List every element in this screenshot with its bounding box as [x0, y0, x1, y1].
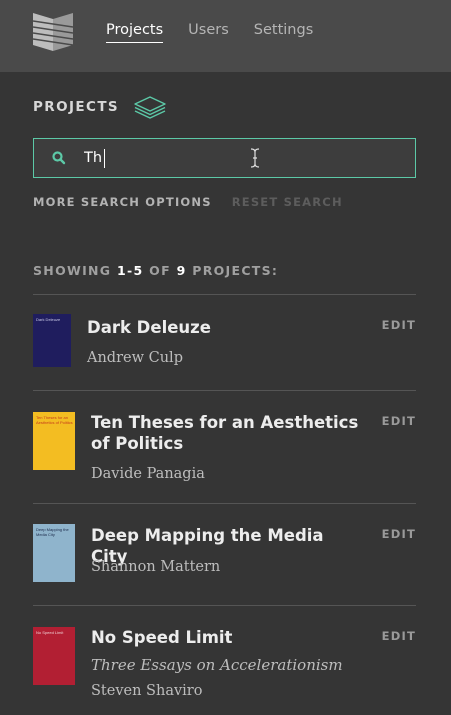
book-cover[interactable]: Deep Mapping the Media City: [33, 524, 75, 582]
nav-projects[interactable]: Projects: [106, 22, 164, 43]
edit-button[interactable]: EDIT: [382, 629, 416, 643]
text-caret: [104, 149, 105, 168]
top-header: Projects Users Settings: [0, 0, 451, 72]
reset-search-button[interactable]: RESET SEARCH: [232, 195, 343, 209]
edit-button[interactable]: EDIT: [382, 318, 416, 332]
edit-button[interactable]: EDIT: [382, 527, 416, 541]
project-title[interactable]: No Speed Limit: [91, 627, 363, 648]
book-cover[interactable]: Dark Deleuze: [33, 314, 71, 367]
project-author: Steven Shaviro: [91, 683, 203, 699]
more-search-options-button[interactable]: MORE SEARCH OPTIONS: [33, 195, 212, 209]
main-nav: Projects Users Settings: [106, 22, 313, 43]
search-field[interactable]: [33, 138, 416, 178]
project-row[interactable]: No Speed Limit No Speed Limit Three Essa…: [33, 605, 416, 715]
nav-settings[interactable]: Settings: [254, 22, 313, 43]
project-list: Dark Deleuze Dark Deleuze Andrew Culp ED…: [33, 294, 416, 715]
project-title[interactable]: Ten Theses for an Aesthetics of Politics: [91, 412, 363, 454]
project-row[interactable]: Dark Deleuze Dark Deleuze Andrew Culp ED…: [33, 294, 416, 390]
edit-button[interactable]: EDIT: [382, 414, 416, 428]
search-input[interactable]: [84, 146, 404, 170]
layers-icon: [134, 96, 166, 119]
project-author: Davide Panagia: [91, 466, 205, 482]
manifold-logo-icon[interactable]: [33, 13, 73, 51]
project-subtitle: Three Essays on Accelerationism: [91, 656, 343, 674]
search-options: MORE SEARCH OPTIONS RESET SEARCH: [33, 195, 343, 209]
book-cover[interactable]: No Speed Limit: [33, 627, 75, 685]
text-cursor-icon: [250, 148, 260, 168]
project-author: Andrew Culp: [87, 350, 183, 366]
project-author: Shannon Mattern: [91, 559, 221, 575]
project-row[interactable]: Deep Mapping the Media City Deep Mapping…: [33, 503, 416, 605]
nav-users[interactable]: Users: [188, 22, 229, 43]
results-count: SHOWING 1-5 OF 9 PROJECTS:: [33, 263, 279, 278]
project-title[interactable]: Dark Deleuze: [87, 317, 359, 338]
section-header: PROJECTS: [33, 95, 167, 119]
search-icon: [52, 151, 66, 165]
project-row[interactable]: Ten Theses for an Aesthetics of Politics…: [33, 390, 416, 503]
page-title: PROJECTS: [33, 99, 120, 115]
book-cover[interactable]: Ten Theses for an Aesthetics of Politics: [33, 412, 75, 470]
